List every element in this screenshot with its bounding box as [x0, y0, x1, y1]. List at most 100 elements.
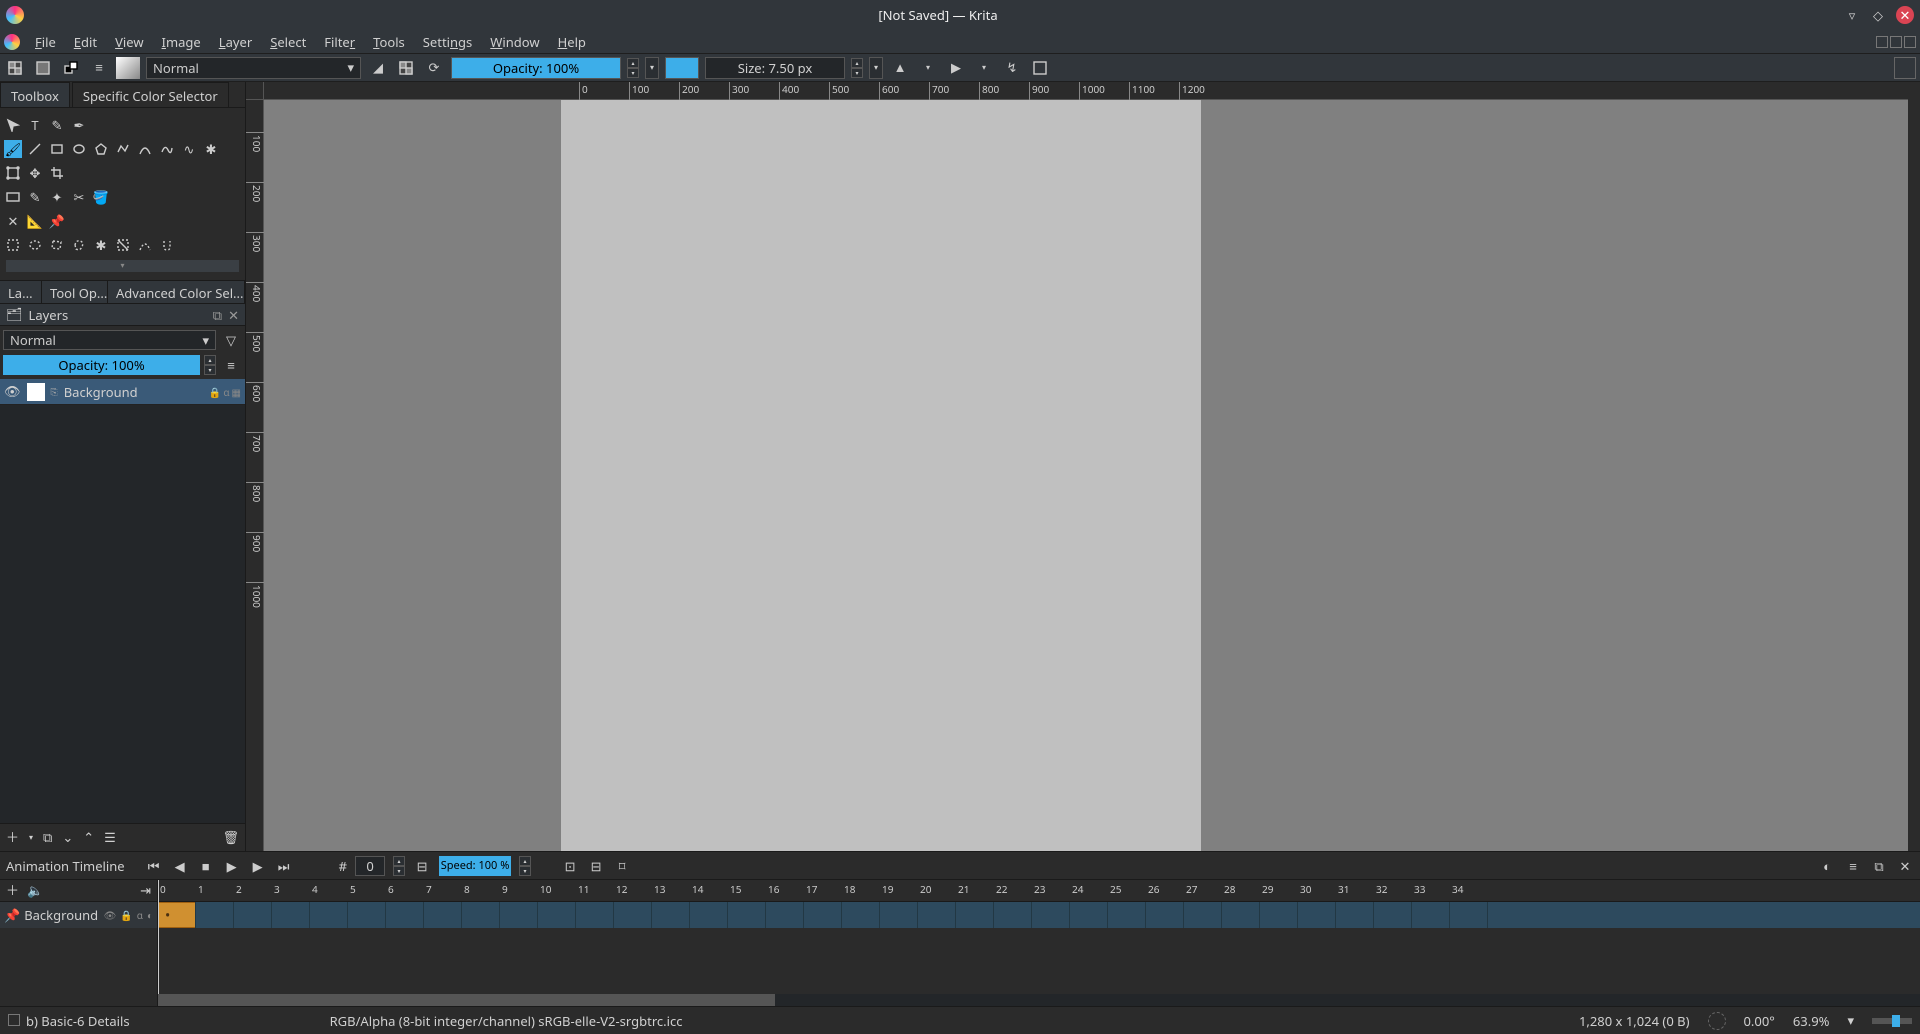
close-button[interactable]: ✕ [1896, 6, 1914, 24]
float-panel-button[interactable]: ⧉ [213, 306, 222, 324]
menu-select[interactable]: Select [261, 31, 315, 53]
tab-layers[interactable]: La... [0, 281, 42, 303]
opacity-slider[interactable]: Opacity: 100% [451, 57, 621, 79]
layer-blend-mode-combo[interactable]: Normal ▾ [3, 330, 216, 350]
crop-tool[interactable] [48, 164, 66, 182]
canvas-viewport[interactable] [264, 100, 1920, 851]
freehand-select-tool[interactable] [70, 236, 88, 254]
play-button[interactable]: ▶ [223, 857, 241, 875]
maximize-button[interactable]: ◇ [1870, 7, 1886, 23]
inherit-alpha-icon[interactable]: ▦ [232, 385, 241, 399]
menu-edit[interactable]: Edit [65, 31, 106, 53]
audio-button[interactable]: 🔈 [27, 884, 43, 897]
menu-layer[interactable]: Layer [210, 31, 261, 53]
rectangle-tool[interactable] [48, 140, 66, 158]
pattern-swatch[interactable] [4, 57, 26, 79]
mirror-h-options[interactable]: ▾ [917, 57, 939, 79]
color-picker-tool[interactable]: ✎ [26, 188, 44, 206]
ellipse-tool[interactable] [70, 140, 88, 158]
horizontal-ruler[interactable]: 0100200300400500600700800900100011001200 [264, 82, 1920, 100]
layer-settings-button[interactable]: ≡ [220, 354, 242, 376]
bezier-select-tool[interactable] [136, 236, 154, 254]
line-tool[interactable] [26, 140, 44, 158]
onion-icon[interactable]: ◐ [147, 908, 153, 922]
layer-filter-button[interactable]: ▽ [220, 329, 242, 351]
ellipse-select-tool[interactable] [26, 236, 44, 254]
blend-mode-combo[interactable]: Normal ▾ [146, 57, 361, 79]
menu-help[interactable]: Help [549, 31, 595, 53]
pattern-edit-tool[interactable]: ✦ [48, 188, 66, 206]
zoom-label[interactable]: 63.9% [1793, 1012, 1830, 1030]
polygon-select-tool[interactable] [48, 236, 66, 254]
menu-file[interactable]: File [26, 31, 65, 53]
add-layer-button[interactable]: ＋ [6, 831, 19, 844]
frame-spinner[interactable]: ▴▾ [393, 856, 405, 876]
opacity-spinner[interactable]: ▴▾ [627, 58, 639, 78]
gradient-tool[interactable] [4, 188, 22, 206]
next-frame-button[interactable]: ▶ [249, 857, 267, 875]
gradient-swatch[interactable] [32, 57, 54, 79]
contiguous-select-tool[interactable]: ✱ [92, 236, 110, 254]
menu-window[interactable]: Window [481, 31, 548, 53]
alpha-lock-button[interactable] [395, 57, 417, 79]
close-timeline-button[interactable]: ✕ [1896, 857, 1914, 875]
brush-size-field[interactable]: Size: 7.50 px [705, 57, 845, 79]
current-frame-input[interactable]: 0 [355, 856, 385, 876]
pin-icon[interactable]: 📌 [4, 909, 20, 922]
transform-tool[interactable] [4, 164, 22, 182]
onion-skins-button[interactable]: ◐ [1818, 857, 1836, 875]
minimize-button[interactable]: ▿ [1844, 7, 1860, 23]
choose-workspace-button[interactable] [1894, 57, 1916, 79]
lock-icon[interactable]: 🔒 [209, 385, 221, 399]
alpha-icon[interactable]: α [137, 908, 143, 922]
polygon-tool[interactable] [92, 140, 110, 158]
magnetic-select-tool[interactable] [158, 236, 176, 254]
selection-indicator-checkbox[interactable] [8, 1014, 20, 1026]
timeline-track-area[interactable]: 0123456789101112131415161718192021222324… [158, 880, 1920, 1006]
similar-select-tool[interactable] [114, 236, 132, 254]
scrollbar-thumb[interactable] [158, 994, 775, 1006]
zoom-slider[interactable] [1872, 1018, 1912, 1024]
opacity-dropdown[interactable]: ▾ [645, 57, 659, 79]
bezier-tool[interactable] [136, 140, 154, 158]
menu-view[interactable]: View [106, 31, 152, 53]
polyline-tool[interactable] [114, 140, 132, 158]
size-spinner[interactable]: ▴▾ [851, 58, 863, 78]
reload-preset-button[interactable]: ⟳ [423, 57, 445, 79]
goto-first-frame-button[interactable]: ⏮ [145, 857, 163, 875]
mirror-vertical-button[interactable]: ▶ [945, 57, 967, 79]
mirror-v-options[interactable]: ▾ [973, 57, 995, 79]
rotation-dial[interactable] [1708, 1012, 1726, 1030]
layer-name[interactable]: Background [64, 383, 203, 401]
tab-specific-color-selector[interactable]: Specific Color Selector [72, 82, 229, 107]
delete-layer-button[interactable]: 🗑 [222, 831, 239, 844]
workspace-button[interactable] [1029, 57, 1051, 79]
size-dropdown[interactable]: ▾ [869, 57, 883, 79]
add-timeline-layer-button[interactable]: ＋ [6, 884, 19, 897]
text-tool[interactable]: T [26, 116, 44, 134]
layer-opacity-spinner[interactable]: ▴▾ [204, 355, 216, 375]
onion-skin-button-2[interactable]: ⌑ [613, 857, 631, 875]
tab-tool-options[interactable]: Tool Op... [42, 281, 108, 303]
foreground-color-swatch[interactable] [665, 57, 699, 79]
duplicate-layer-button[interactable]: ⧉ [43, 831, 52, 844]
playback-speed-slider[interactable]: Speed: 100 % [439, 856, 511, 876]
float-timeline-button[interactable]: ⧉ [1870, 857, 1888, 875]
timeline-zoom-handle[interactable]: ⇥ [140, 884, 151, 897]
calligraphy-tool[interactable]: ✒ [70, 116, 88, 134]
timeline-track[interactable] [158, 902, 1920, 928]
menu-settings[interactable]: Settings [414, 31, 482, 53]
drop-frames-button[interactable]: ⊟ [413, 857, 431, 875]
layer-properties-button[interactable]: ☰ [104, 831, 116, 844]
timeline-layer-row[interactable]: 📌 Background 👁 🔒 α ◐ [0, 902, 157, 928]
menu-image[interactable]: Image [153, 31, 210, 53]
dynamic-brush-tool[interactable]: ∿ [180, 140, 198, 158]
layer-item[interactable]: 👁 ⎘ Background 🔒 α ▦ [0, 379, 245, 405]
brush-presets-button[interactable]: ≡ [88, 57, 110, 79]
layer-opacity-slider[interactable]: Opacity: 100% [3, 355, 200, 375]
brush-preview-icon[interactable] [116, 57, 140, 79]
fg-bg-swap-icon[interactable] [60, 57, 82, 79]
add-layer-menu[interactable]: ▾ [29, 834, 33, 842]
mirror-horizontal-button[interactable]: ▲ [889, 57, 911, 79]
goto-last-frame-button[interactable]: ⏭ [275, 857, 293, 875]
